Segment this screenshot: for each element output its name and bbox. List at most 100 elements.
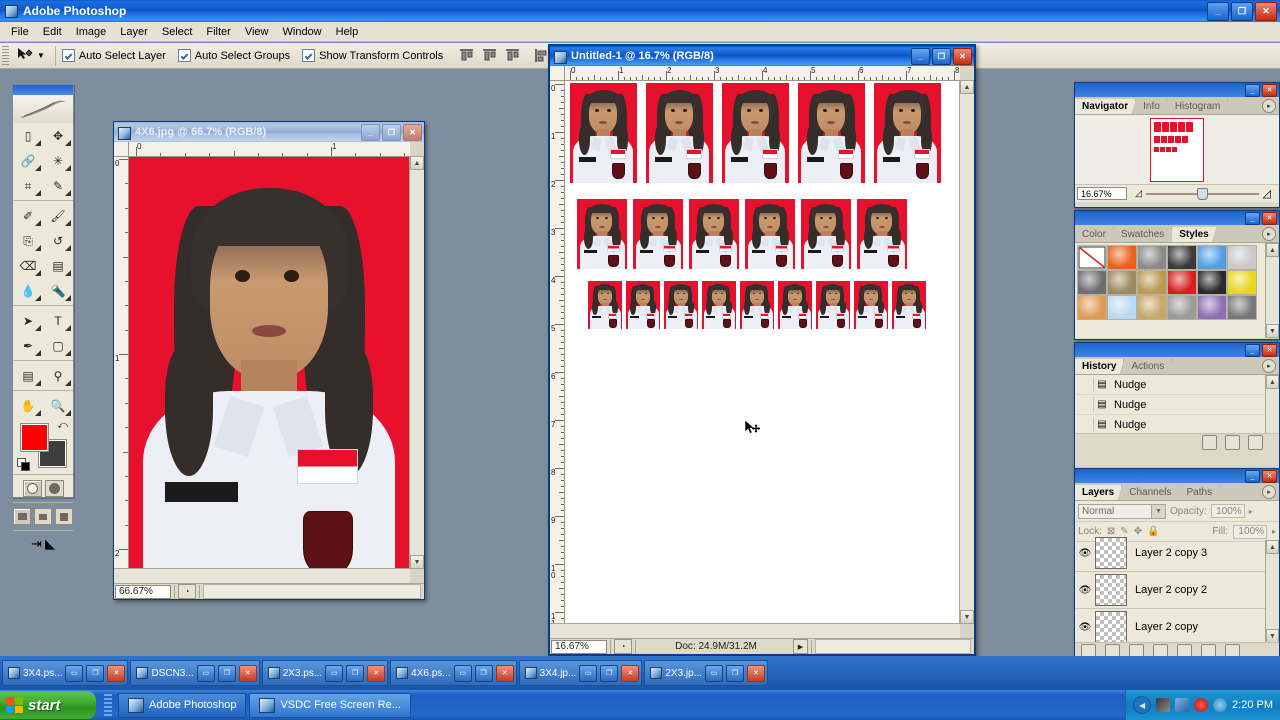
checkbox-auto-select-groups[interactable]: Auto Select Groups [177,49,290,62]
document-tab[interactable]: 3X4.jp... ▭ ❐ ✕ [518,660,643,686]
style-swatch[interactable] [1107,270,1137,295]
create-new-snapshot-icon[interactable] [1225,435,1240,450]
style-swatch[interactable] [1107,245,1137,270]
zoom-slider-knob[interactable] [1196,187,1208,200]
zoom-out-icon[interactable]: ◿ [1135,188,1142,199]
crop-tool[interactable]: ⌗ [13,173,43,198]
scroll-down-button[interactable]: ▼ [960,610,974,624]
doc-maximize-button[interactable]: ❐ [932,47,951,65]
document-window-4x6[interactable]: 4X6.jpg @ 66.7% (RGB/8) _ ❐ ✕ 01 01234 ▲… [113,121,425,600]
doc-tab-restore-button[interactable]: ❐ [86,664,105,682]
menu-view[interactable]: View [238,24,276,40]
style-swatch[interactable] [1137,270,1167,295]
document-tab[interactable]: 4X6.ps... ▭ ❐ ✕ [390,660,517,686]
doc-tab-close-button[interactable]: ✕ [238,664,257,682]
style-swatch[interactable] [1137,245,1167,270]
tab-navigator[interactable]: Navigator [1075,99,1136,114]
tab-channels[interactable]: Channels [1122,485,1179,500]
minimize-button[interactable]: _ [1207,1,1229,21]
tab-history[interactable]: History [1075,359,1124,374]
zoom-tool[interactable]: 🔍 [43,393,73,418]
style-swatch[interactable] [1077,245,1107,270]
menu-edit[interactable]: Edit [36,24,69,40]
taskbar-grip[interactable] [104,694,112,716]
delete-state-icon[interactable] [1248,435,1263,450]
tab-swatches[interactable]: Swatches [1114,227,1172,242]
history-state-row[interactable]: ▤ Nudge [1075,375,1266,395]
preview-options-icon[interactable]: ◔ [614,639,632,654]
document-tab[interactable]: 2X3.ps... ▭ ❐ ✕ [261,660,389,686]
antivirus-icon[interactable] [1194,698,1209,712]
scroll-down-button[interactable]: ▼ [1266,629,1279,643]
fill-chevron-icon[interactable]: ▸ [1272,527,1276,536]
rectangle-tool[interactable]: ▢ [43,333,73,358]
style-swatch[interactable] [1227,245,1257,270]
palette-menu-icon[interactable]: ▸ [1262,227,1276,241]
start-button[interactable]: start [0,691,96,719]
menu-file[interactable]: File [4,24,36,40]
horizontal-scrollbar-4x6[interactable] [114,568,410,583]
doc-tab-close-button[interactable]: ✕ [621,664,640,682]
current-tool-preset[interactable]: ▼ [12,47,49,65]
doc-tab-close-button[interactable]: ✕ [367,664,386,682]
status-menu-icon[interactable]: ▶ [793,639,808,654]
full-screen-mode-button[interactable] [55,508,73,525]
style-swatch[interactable] [1167,245,1197,270]
zoom-in-icon[interactable]: ◿ [1263,187,1271,200]
palette-minimize-button[interactable]: _ [1245,83,1260,97]
layer-row[interactable]: 👁 Layer 2 copy 3 [1075,535,1266,572]
tab-layers[interactable]: Layers [1075,485,1122,500]
vertical-scrollbar-untitled1[interactable]: ▲ ▼ [959,80,974,624]
zoom-level-untitled1[interactable]: 16.67% [551,639,607,654]
checkbox-auto-select-layer[interactable]: Auto Select Layer [61,49,166,62]
styles-scrollbar[interactable]: ▲ ▼ [1265,243,1279,338]
history-brush-tool[interactable]: ↺ [43,228,73,253]
standard-screen-mode-button[interactable] [13,508,31,525]
show-hidden-icons-icon[interactable]: ◀ [1133,696,1152,714]
navigator-preview[interactable] [1075,115,1279,184]
create-document-from-state-icon[interactable] [1202,435,1217,450]
navigator-zoom-slider[interactable]: ◿ ◿ [1127,187,1279,200]
styles-palette-bar[interactable]: _ ✕ [1075,211,1279,225]
preview-options-icon[interactable]: ◔ [178,584,196,599]
history-source-checkbox[interactable] [1075,397,1094,412]
document-title-bar-4x6[interactable]: 4X6.jpg @ 66.7% (RGB/8) _ ❐ ✕ [114,122,424,142]
full-screen-menubar-mode-button[interactable] [34,508,52,525]
tab-color[interactable]: Color [1075,227,1114,242]
swap-colors-icon[interactable]: ⤺ [57,420,68,431]
doc-tab-restore-button[interactable]: ❐ [726,664,745,682]
style-swatch[interactable] [1077,295,1107,320]
menu-layer[interactable]: Layer [113,24,155,40]
doc-tab-close-button[interactable]: ✕ [107,664,126,682]
hand-tool[interactable]: ✋ [13,393,43,418]
layer-row[interactable]: 👁 Layer 2 copy 2 [1075,572,1266,609]
navigator-palette-bar[interactable]: _ ✕ [1075,83,1279,97]
healing-brush-tool[interactable]: ✐ [13,203,43,228]
scroll-down-button[interactable]: ▼ [1266,324,1279,338]
layer-visibility-icon[interactable]: 👁 [1075,585,1095,596]
tab-styles[interactable]: Styles [1172,227,1216,242]
jump-to-imageready-button[interactable]: ⇥ ◣ [13,533,73,555]
palette-minimize-button[interactable]: _ [1245,211,1260,225]
palette-close-button[interactable]: ✕ [1262,343,1277,357]
eraser-tool[interactable]: ⌫ [13,253,43,278]
blend-mode-select[interactable]: Normal ▼ [1078,503,1166,519]
magic-wand-tool[interactable]: ✳ [43,148,73,173]
document-window-untitled1[interactable]: Untitled-1 @ 16.7% (RGB/8) _ ❐ ✕ 0 1 2 3 4 5 6… [548,44,976,656]
document-tab[interactable]: 3X4.ps... ▭ ❐ ✕ [2,660,129,686]
style-swatch[interactable] [1167,295,1197,320]
history-source-checkbox[interactable] [1075,377,1094,392]
layers-scrollbar[interactable]: ▲ ▼ [1265,540,1279,643]
style-swatch[interactable] [1107,295,1137,320]
clock[interactable]: 2:20 PM [1232,699,1273,711]
tab-actions[interactable]: Actions [1124,359,1172,374]
doc-close-button[interactable]: ✕ [403,123,422,141]
align-bottom-edges-icon[interactable] [503,46,522,65]
doc-tab-restore-button[interactable]: ❐ [346,664,365,682]
style-swatch[interactable] [1197,295,1227,320]
tab-info[interactable]: Info [1136,99,1168,114]
opacity-value[interactable]: 100% [1210,504,1245,518]
history-palette-bar[interactable]: _ ✕ [1075,343,1279,357]
volume-icon[interactable] [1156,698,1171,712]
options-bar-grip[interactable] [2,45,9,66]
